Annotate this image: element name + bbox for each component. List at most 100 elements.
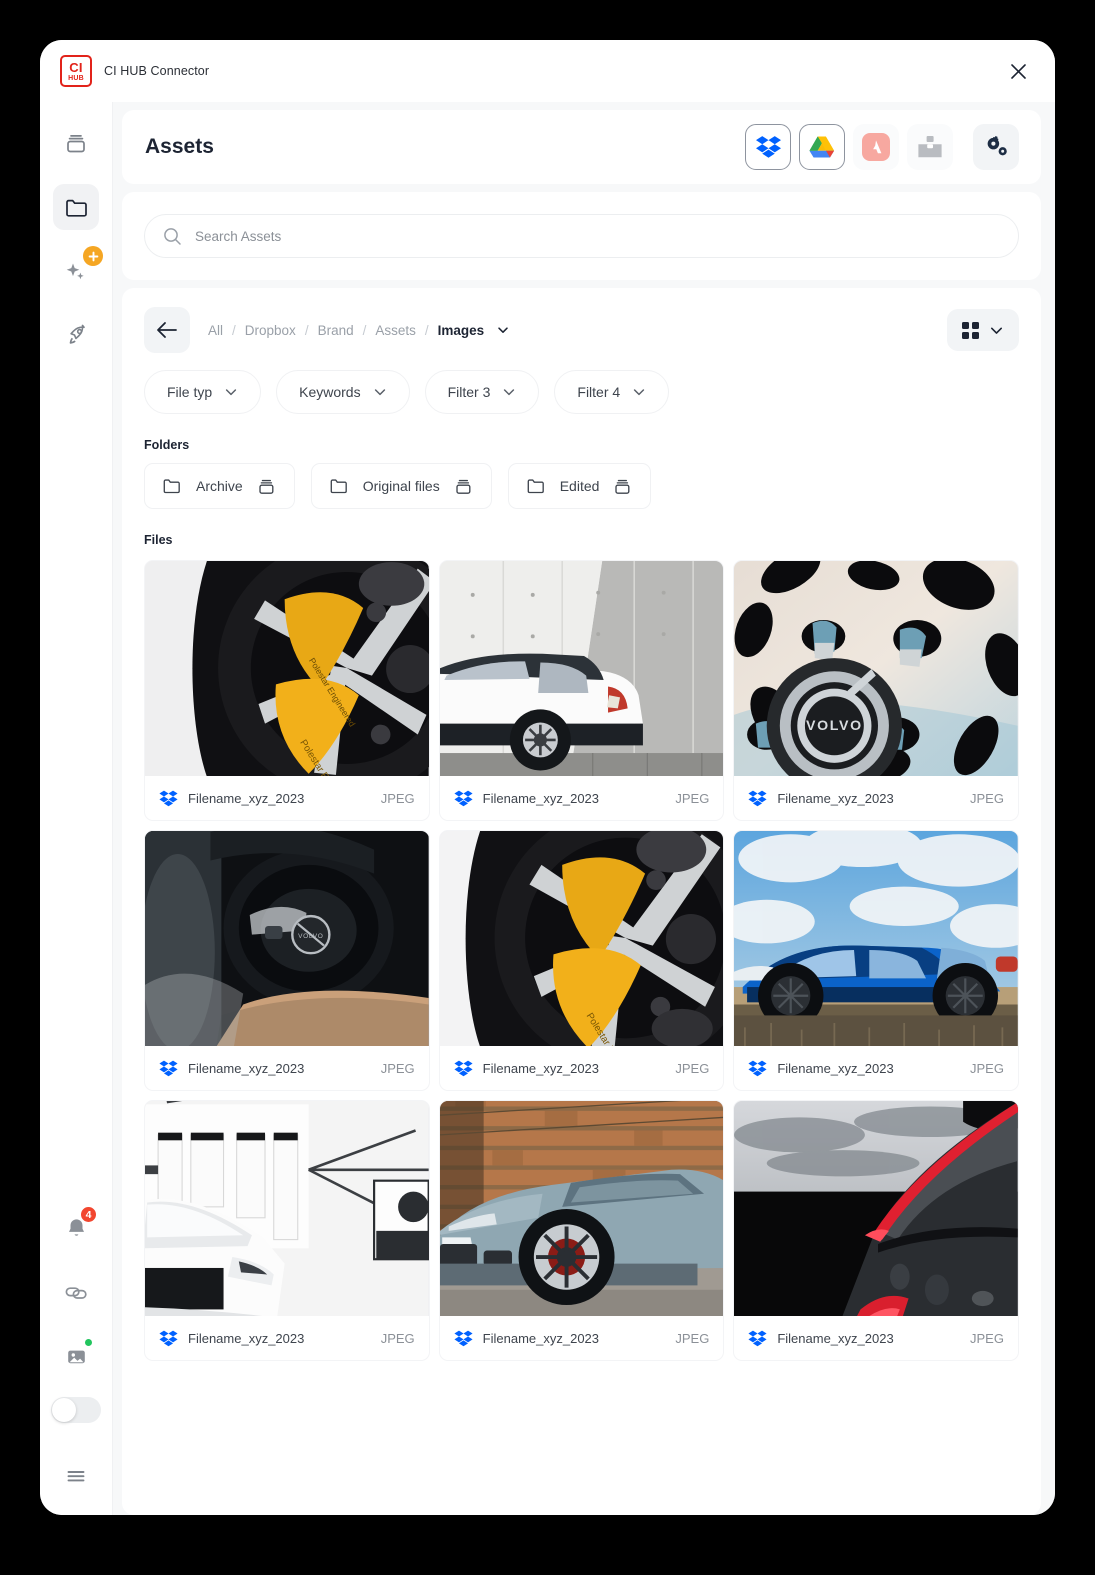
file-meta: Filename_xyz_2023 JPEG xyxy=(440,1316,724,1360)
file-card[interactable]: VOLVO Filename_xyz_2023 JPEG xyxy=(733,560,1019,821)
adobe-icon xyxy=(862,133,890,161)
titlebar: CI HUB CI HUB Connector xyxy=(40,40,1055,102)
file-card[interactable]: VOLVO Filename_xyz_2023 JPEG xyxy=(144,830,430,1091)
breadcrumb-item-assets[interactable]: Assets xyxy=(375,323,416,338)
breadcrumb-item-images[interactable]: Images xyxy=(438,323,485,338)
box-icon xyxy=(918,136,942,158)
file-name: Filename_xyz_2023 xyxy=(777,1330,894,1346)
file-name: Filename_xyz_2023 xyxy=(777,1060,894,1076)
file-meta: Filename_xyz_2023 JPEG xyxy=(734,1316,1018,1360)
dropbox-icon xyxy=(748,1330,767,1346)
thumb-wheel-yellow-caliper-2: Polestar Engineered xyxy=(439,831,724,1046)
file-name: Filename_xyz_2023 xyxy=(777,790,894,806)
sidebar-item-notifications[interactable]: 4 xyxy=(53,1205,99,1251)
filter-row: File typ Keywords Filter 3 Filter 4 xyxy=(144,370,1019,414)
thumb-gray-sedan-brick-wall xyxy=(439,1101,724,1316)
search-icon xyxy=(164,227,181,245)
folder-chip-archive[interactable]: Archive xyxy=(144,463,295,509)
file-thumbnail: Polestar Engineered xyxy=(439,831,724,1046)
file-thumbnail: VOLVO xyxy=(734,561,1018,776)
filter-file-type[interactable]: File typ xyxy=(144,370,262,414)
filter-label: Filter 3 xyxy=(447,384,491,400)
dropbox-icon xyxy=(454,790,473,806)
folder-icon xyxy=(527,478,544,493)
folder-icon xyxy=(163,478,180,493)
thumb-volvo-wheel-hub: VOLVO xyxy=(734,561,1018,776)
file-name: Filename_xyz_2023 xyxy=(188,790,305,806)
sidebar-item-links[interactable] xyxy=(53,1269,99,1315)
file-extension: JPEG xyxy=(380,790,415,806)
sidebar-item-images[interactable] xyxy=(53,1333,99,1379)
sidebar-item-stack[interactable] xyxy=(53,120,99,166)
search-input[interactable]: Search Assets xyxy=(144,214,1019,258)
stack-icon xyxy=(456,479,471,494)
breadcrumb-separator: / xyxy=(232,322,236,338)
file-extension: JPEG xyxy=(675,1330,710,1346)
file-name: Filename_xyz_2023 xyxy=(482,1060,600,1076)
dropbox-icon xyxy=(748,790,767,806)
app-title: CI HUB Connector xyxy=(104,64,210,78)
file-card[interactable]: Filename_xyz_2023 JPEG xyxy=(438,560,725,821)
sidebar-toggle-switch[interactable] xyxy=(51,1397,101,1423)
file-meta: Filename_xyz_2023 JPEG xyxy=(145,776,429,820)
hamburger-icon xyxy=(67,1471,85,1482)
screen-root: CI HUB CI HUB Connector 4 Assets Search … xyxy=(0,0,1095,1575)
dropbox-icon xyxy=(159,1330,178,1346)
filter-label: File typ xyxy=(167,384,213,400)
dropbox-icon xyxy=(454,1060,473,1076)
filter-keywords[interactable]: Keywords xyxy=(276,370,410,414)
arrow-left-icon xyxy=(157,322,177,338)
file-extension: JPEG xyxy=(380,1060,415,1076)
filter-3[interactable]: Filter 3 xyxy=(424,370,540,414)
file-extension: JPEG xyxy=(970,790,1004,806)
sidebar-item-menu[interactable] xyxy=(53,1453,99,1499)
breadcrumb-item-dropbox[interactable]: Dropbox xyxy=(245,323,296,338)
chevron-down-icon xyxy=(634,389,645,396)
file-name: Filename_xyz_2023 xyxy=(188,1060,305,1076)
file-card[interactable]: Polestar Engineered xyxy=(438,830,725,1091)
close-button[interactable] xyxy=(1003,56,1033,86)
connector-google-drive[interactable] xyxy=(799,124,845,170)
toggle-knob xyxy=(52,1398,76,1422)
breadcrumb-row: All / Dropbox / Brand / Assets / Images xyxy=(144,306,1019,354)
file-card[interactable]: Filename_xyz_2023 JPEG xyxy=(733,1100,1019,1361)
sidebar-item-rocket[interactable] xyxy=(53,312,99,358)
file-thumbnail: Polestar Engineered Polestar Engineered xyxy=(145,561,429,776)
folder-chip-edited[interactable]: Edited xyxy=(507,463,652,509)
sidebar-item-ai[interactable] xyxy=(53,246,103,294)
connector-dropbox[interactable] xyxy=(745,124,791,170)
google-drive-icon xyxy=(809,136,835,158)
breadcrumb-item-brand[interactable]: Brand xyxy=(318,323,354,338)
connector-adobe[interactable] xyxy=(853,124,899,170)
left-sidebar: 4 xyxy=(40,102,113,1515)
file-thumbnail: VOLVO xyxy=(145,831,429,1046)
filter-4[interactable]: Filter 4 xyxy=(554,370,670,414)
brand: CI HUB CI HUB Connector xyxy=(60,55,209,87)
file-meta: Filename_xyz_2023 JPEG xyxy=(145,1316,429,1360)
search-placeholder: Search Assets xyxy=(195,228,282,244)
logo-ci-text: CI xyxy=(69,59,83,75)
folder-label: Original files xyxy=(362,478,440,494)
thumb-wheel-yellow-caliper: Polestar Engineered Polestar Engineered xyxy=(145,561,429,776)
sidebar-item-folder[interactable] xyxy=(53,184,99,230)
notification-badge: 4 xyxy=(79,1205,98,1224)
file-meta: Filename_xyz_2023 JPEG xyxy=(734,776,1018,820)
assets-header-panel: Assets xyxy=(122,110,1041,184)
view-mode-button[interactable] xyxy=(947,309,1019,351)
stack-icon xyxy=(615,479,630,494)
chevron-down-icon[interactable] xyxy=(496,323,510,337)
back-button[interactable] xyxy=(144,307,190,353)
folder-chip-original-files[interactable]: Original files xyxy=(310,463,492,509)
file-card[interactable]: Polestar Engineered Polestar Engineered xyxy=(144,560,430,821)
file-card[interactable]: Filename_xyz_2023 JPEG xyxy=(144,1100,430,1361)
breadcrumb-item-all[interactable]: All xyxy=(208,323,223,338)
main-content: Assets Search Assets All / Dropbox / Bra… xyxy=(113,102,1055,1515)
filter-label: Filter 4 xyxy=(577,384,621,400)
file-card[interactable]: Filename_xyz_2023 JPEG xyxy=(438,1100,725,1361)
connector-box[interactable] xyxy=(907,124,953,170)
file-card[interactable]: Filename_xyz_2023 JPEG xyxy=(733,830,1019,1091)
settings-button[interactable] xyxy=(973,124,1019,170)
folder-icon xyxy=(330,478,347,493)
close-icon xyxy=(1010,63,1026,79)
dropbox-icon xyxy=(748,1060,767,1076)
